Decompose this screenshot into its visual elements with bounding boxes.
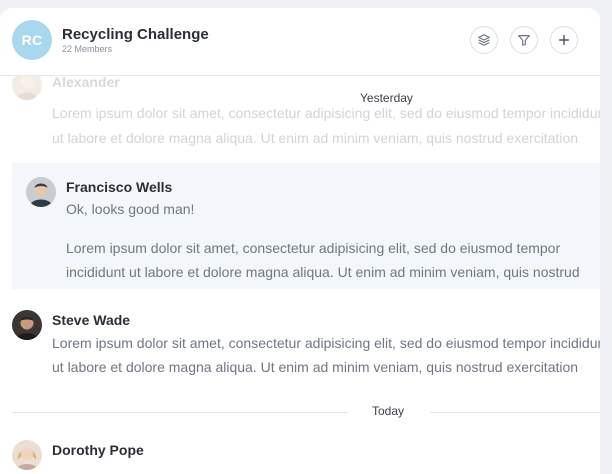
message-text: ut labore et dolore magna aliqua. Ut eni… xyxy=(52,130,579,146)
divider-line xyxy=(12,412,348,413)
layers-icon xyxy=(478,34,490,46)
layers-button[interactable] xyxy=(470,26,498,54)
date-divider-yesterday: Yesterday xyxy=(352,91,421,105)
sender-name[interactable]: Dorothy Pope xyxy=(52,442,144,458)
filter-icon xyxy=(518,35,530,46)
avatar[interactable] xyxy=(26,177,56,207)
sender-name[interactable]: Alexander xyxy=(52,76,120,90)
plus-icon xyxy=(558,34,570,46)
divider-line xyxy=(430,412,600,413)
avatar[interactable] xyxy=(12,310,42,340)
group-avatar[interactable]: RC xyxy=(12,20,52,60)
message-text: Ok, looks good man! xyxy=(66,201,195,217)
sender-name[interactable]: Steve Wade xyxy=(52,312,130,328)
date-divider-today: Today xyxy=(364,404,413,418)
avatar[interactable] xyxy=(12,440,42,470)
message-text: ut labore et dolore magna aliqua. Ut eni… xyxy=(52,359,579,375)
chat-panel: RC Recycling Challenge 22 Members Alexan… xyxy=(0,8,600,474)
filter-button[interactable] xyxy=(510,26,538,54)
message-text: Lorem ipsum dolor sit amet, consectetur … xyxy=(66,240,561,256)
chat-header: RC Recycling Challenge 22 Members xyxy=(0,8,600,76)
group-title[interactable]: Recycling Challenge xyxy=(62,26,209,43)
add-button[interactable] xyxy=(550,26,578,54)
avatar[interactable] xyxy=(12,76,42,100)
member-count: 22 Members xyxy=(62,44,113,54)
message-text: Lorem ipsum dolor sit amet, consectetur … xyxy=(52,335,600,351)
message-text: incididunt ut labore et dolore magna ali… xyxy=(66,264,580,280)
sender-name[interactable]: Francisco Wells xyxy=(66,179,172,195)
message-list[interactable]: Alexander Lorem ipsum dolor sit amet, co… xyxy=(0,76,600,474)
message-text: Lorem ipsum dolor sit amet, consectetur … xyxy=(52,105,600,121)
